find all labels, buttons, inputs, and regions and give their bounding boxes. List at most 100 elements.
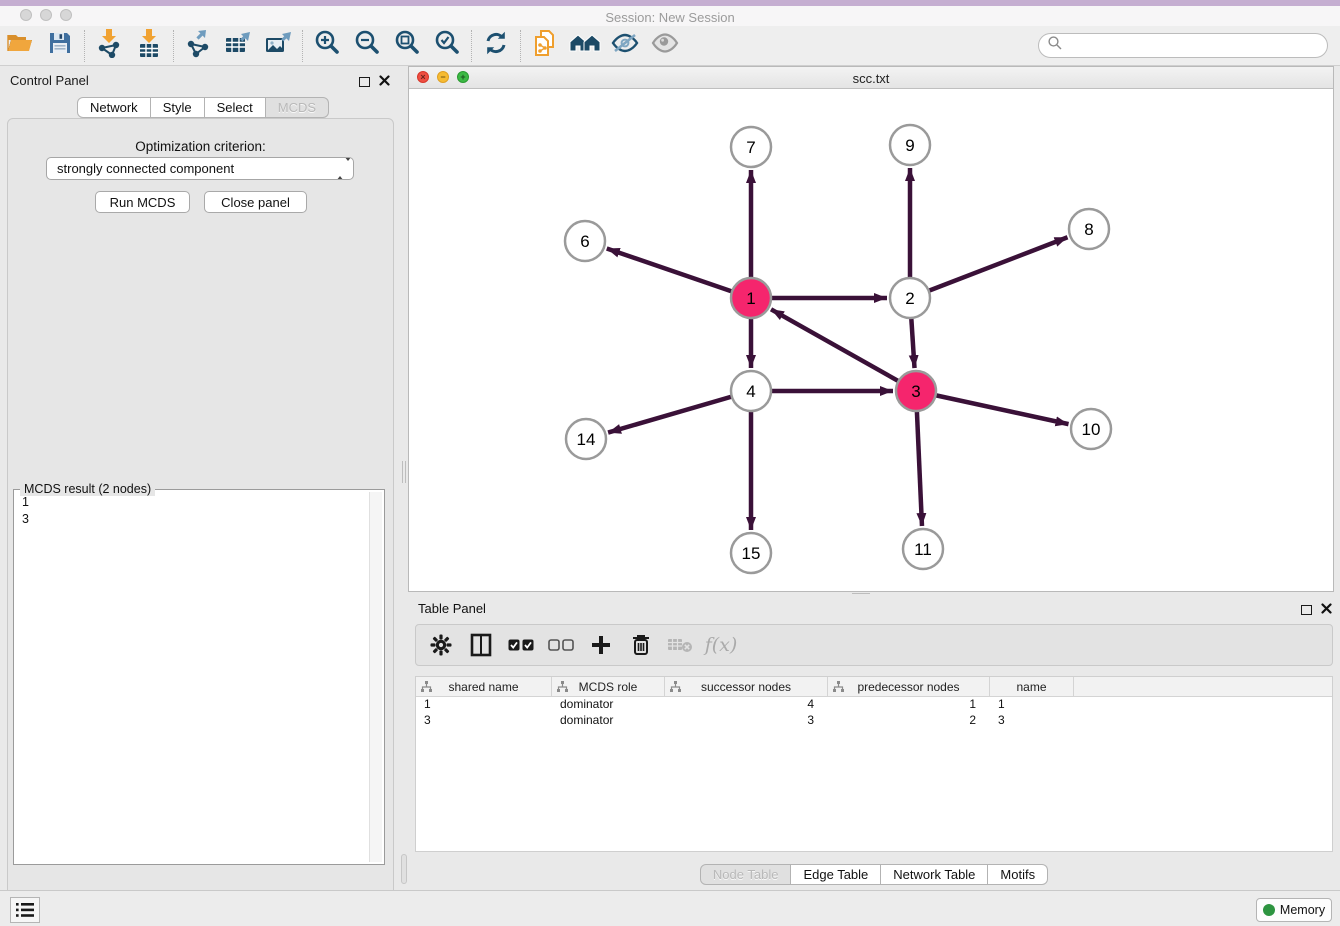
deselect-all-button[interactable]: [548, 632, 574, 658]
import-network-button[interactable]: [89, 28, 129, 64]
search-input[interactable]: [1063, 36, 1327, 56]
graph-edge-3-1[interactable]: [771, 309, 916, 391]
tab-style[interactable]: Style: [151, 97, 205, 118]
optimization-criterion-select[interactable]: strongly connected component: [46, 157, 354, 180]
import-table-button[interactable]: [129, 28, 169, 64]
network-canvas[interactable]: 7 9 6 8 1 2 4 3 14 10 15 11: [409, 89, 1333, 591]
zoom-in-button[interactable]: [307, 28, 347, 64]
graph-node-1[interactable]: 1: [731, 278, 771, 318]
tab-node-table[interactable]: Node Table: [700, 864, 792, 885]
columns-icon: [470, 633, 492, 657]
tab-edge-table[interactable]: Edge Table: [791, 864, 881, 885]
column-header-mcds-role[interactable]: MCDS role: [552, 677, 665, 696]
zoom-out-button[interactable]: [347, 28, 387, 64]
graph-node-14[interactable]: 14: [566, 419, 606, 459]
column-header-predecessor-nodes[interactable]: predecessor nodes: [828, 677, 990, 696]
hierarchy-icon: [557, 681, 568, 696]
show-columns-button[interactable]: [468, 632, 494, 658]
table-mode-button[interactable]: [428, 632, 454, 658]
graph-edge-3-10[interactable]: [916, 391, 1069, 424]
control-panel-tabs: Network Style Select MCDS: [77, 97, 329, 118]
hide-graphics-details-button[interactable]: [605, 28, 645, 64]
float-panel-icon[interactable]: [359, 77, 370, 87]
graph-node-7[interactable]: 7: [731, 127, 771, 167]
select-all-button[interactable]: [508, 632, 534, 658]
hierarchy-icon: [833, 681, 844, 696]
tab-network[interactable]: Network: [77, 97, 151, 118]
table-cell: dominator: [552, 697, 665, 713]
add-column-button[interactable]: [588, 632, 614, 658]
refresh-view-button[interactable]: [476, 28, 516, 64]
delete-table-icon: [668, 636, 694, 654]
network-window-titlebar[interactable]: × − + scc.txt: [409, 67, 1333, 89]
graph-node-label: 2: [905, 289, 914, 308]
column-header-successor-nodes[interactable]: successor nodes: [665, 677, 828, 696]
import-network-icon: [95, 28, 123, 63]
graph-node-8[interactable]: 8: [1069, 209, 1109, 249]
close-panel-icon[interactable]: [1321, 601, 1332, 619]
run-mcds-button[interactable]: Run MCDS: [95, 191, 190, 213]
table-cell: 3: [416, 713, 552, 729]
mcds-result-values[interactable]: 13: [16, 494, 368, 528]
graph-node-label: 7: [746, 138, 755, 157]
app-title: Session: New Session: [0, 10, 1340, 25]
node-table: shared name MCDS role successor nodes pr…: [415, 676, 1333, 852]
tab-mcds[interactable]: MCDS: [266, 97, 329, 118]
table-row[interactable]: 1dominator411: [416, 697, 1332, 713]
function-builder-button[interactable]: f(x): [708, 632, 734, 658]
export-image-button[interactable]: [258, 28, 298, 64]
graph-edge-1-6[interactable]: [607, 248, 751, 298]
vertical-splitter[interactable]: [400, 66, 408, 890]
export-network-button[interactable]: [178, 28, 218, 64]
column-header-shared-name[interactable]: shared name: [416, 677, 552, 696]
clone-network-button[interactable]: [525, 28, 565, 64]
tab-motifs[interactable]: Motifs: [988, 864, 1048, 885]
delete-column-button[interactable]: [628, 632, 654, 658]
splitter-collapse-handle[interactable]: [401, 854, 407, 884]
search-icon: [1047, 35, 1063, 56]
column-header-name[interactable]: name: [990, 677, 1074, 696]
table-row[interactable]: 3dominator323: [416, 713, 1332, 729]
graph-node-label: 6: [580, 232, 589, 251]
selected-option: strongly connected component: [57, 161, 234, 176]
panel-list-button[interactable]: [10, 897, 40, 923]
graph-node-label: 15: [742, 544, 761, 563]
delete-table-button[interactable]: [668, 632, 694, 658]
float-panel-icon[interactable]: [1301, 605, 1312, 615]
status-bar: Memory: [0, 890, 1340, 926]
save-session-button[interactable]: [40, 28, 80, 64]
memory-button[interactable]: Memory: [1256, 898, 1332, 922]
graph-node-3[interactable]: 3: [896, 371, 936, 411]
graph-edge-2-8[interactable]: [910, 237, 1068, 298]
graph-node-11[interactable]: 11: [903, 529, 943, 569]
export-table-button[interactable]: [218, 28, 258, 64]
tab-network-table[interactable]: Network Table: [881, 864, 988, 885]
splitter-handle[interactable]: [402, 461, 406, 483]
zoom-fit-button[interactable]: [387, 28, 427, 64]
table-body: 1dominator4113dominator323: [416, 697, 1332, 729]
close-panel-button[interactable]: Close panel: [204, 191, 307, 213]
zoom-fit-icon: [393, 29, 421, 62]
graph-edge-4-14[interactable]: [608, 391, 751, 433]
tab-select[interactable]: Select: [205, 97, 266, 118]
zoom-selected-button[interactable]: [427, 28, 467, 64]
graph-node-label: 3: [911, 382, 920, 401]
graph-node-6[interactable]: 6: [565, 221, 605, 261]
graph-node-2[interactable]: 2: [890, 278, 930, 318]
checked-boxes-icon: [508, 639, 534, 652]
graph-node-4[interactable]: 4: [731, 371, 771, 411]
graph-node-9[interactable]: 9: [890, 125, 930, 165]
zoom-in-icon: [313, 29, 341, 62]
open-session-button[interactable]: [0, 28, 40, 64]
close-panel-icon[interactable]: [379, 73, 390, 91]
search-field[interactable]: [1038, 33, 1328, 58]
table-cell: 3: [665, 713, 828, 729]
zoom-out-icon: [353, 29, 381, 62]
graph-node-10[interactable]: 10: [1071, 409, 1111, 449]
graph-node-label: 1: [746, 289, 755, 308]
show-graphics-details-button[interactable]: [645, 28, 685, 64]
graph-node-15[interactable]: 15: [731, 533, 771, 573]
result-scrollbar[interactable]: [369, 492, 382, 862]
ndex-home-button[interactable]: [565, 28, 605, 64]
control-panel-title: Control Panel: [10, 73, 89, 88]
